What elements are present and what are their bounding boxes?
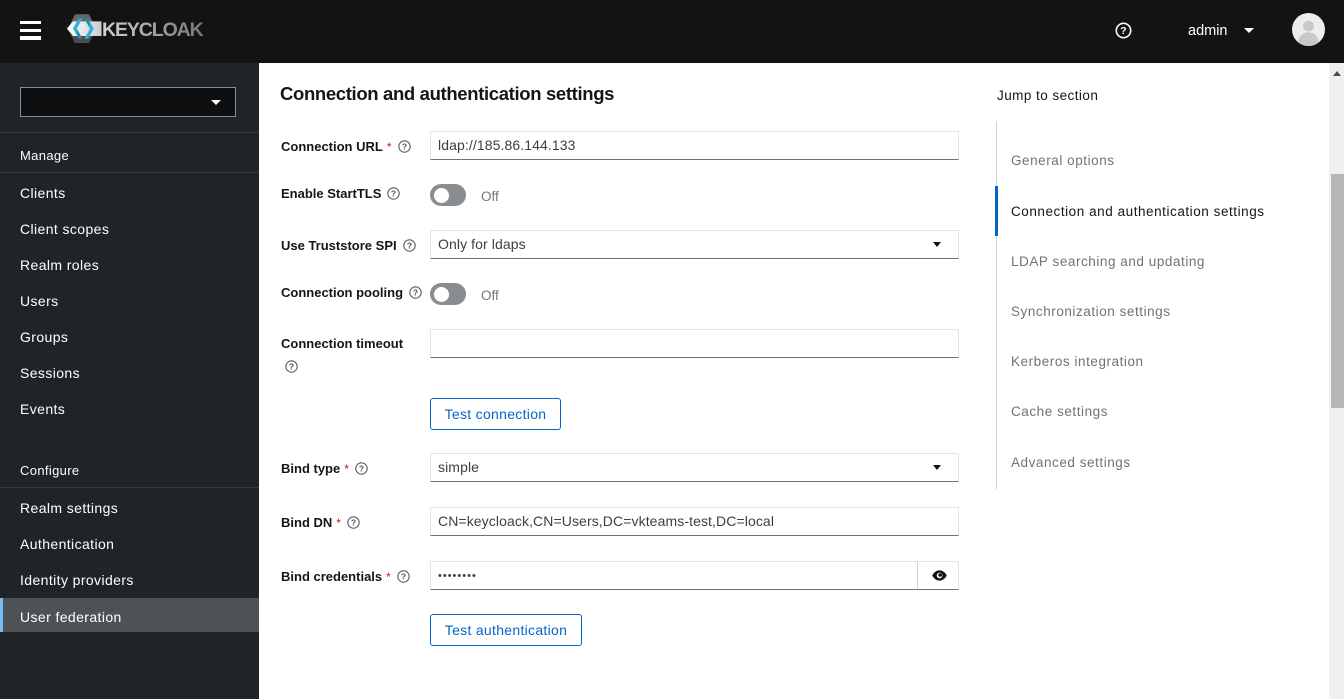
svg-text:?: ? bbox=[1120, 25, 1126, 37]
svg-text:?: ? bbox=[401, 571, 406, 581]
svg-text:?: ? bbox=[351, 517, 356, 527]
svg-text:?: ? bbox=[413, 287, 418, 297]
svg-text:?: ? bbox=[406, 240, 411, 250]
svg-text:?: ? bbox=[359, 463, 364, 473]
svg-text:KEYCLOAK: KEYCLOAK bbox=[102, 19, 204, 41]
svg-text:?: ? bbox=[288, 361, 293, 371]
svg-text:?: ? bbox=[391, 188, 396, 198]
svg-text:?: ? bbox=[401, 141, 406, 151]
